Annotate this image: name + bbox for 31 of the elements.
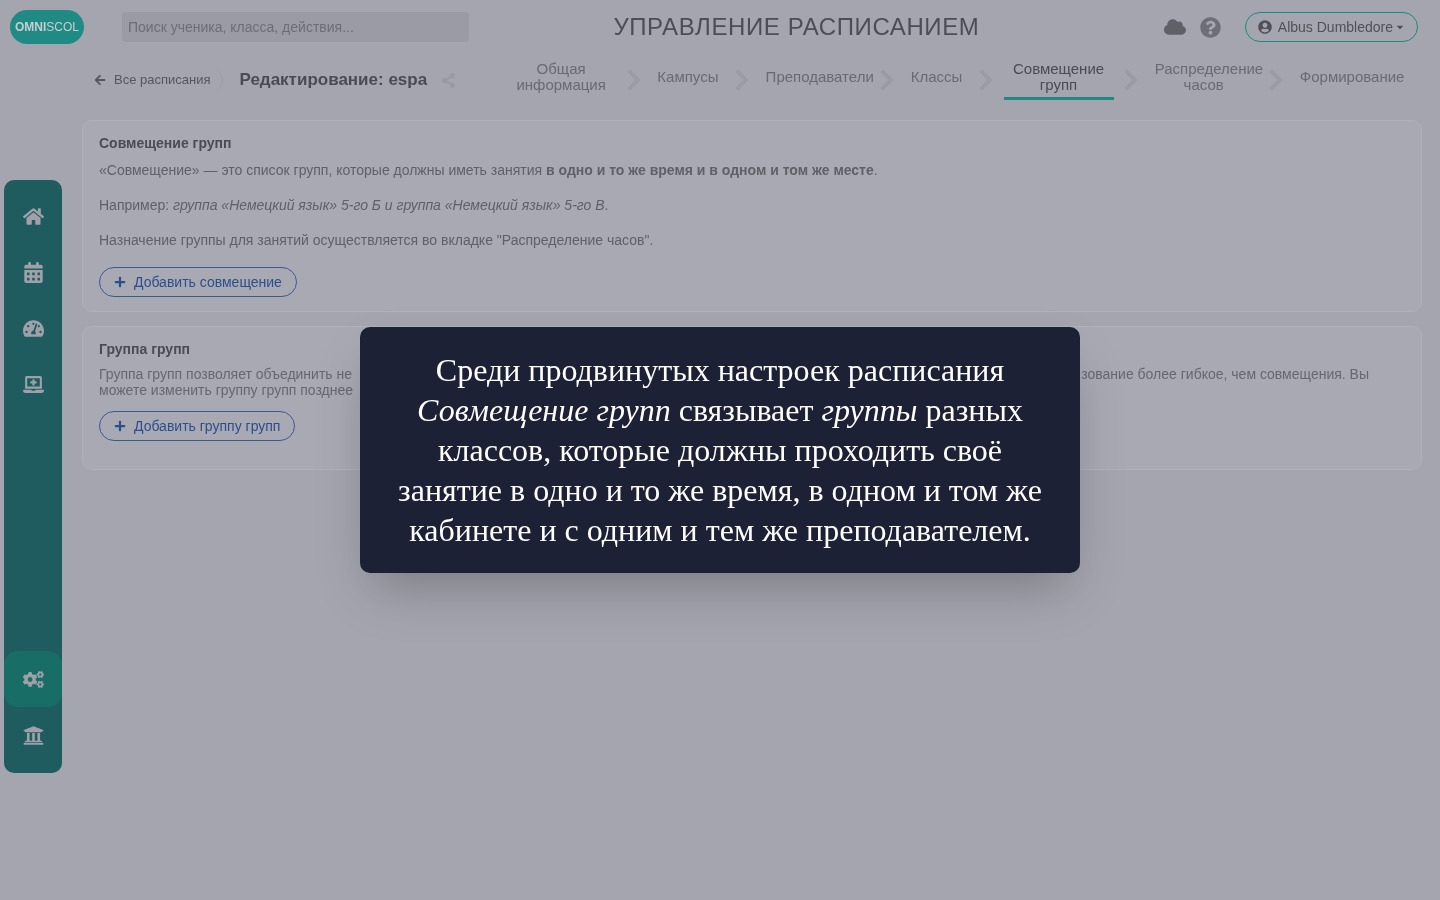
laptop-icon [22,373,44,395]
card-title: Совмещение групп [99,134,233,153]
arrow-left-icon [94,74,106,86]
building-icon [22,724,44,746]
help-icon[interactable] [1199,16,1221,38]
calendar-icon [22,261,44,283]
sidebar-item[interactable] [4,651,62,707]
step-tab[interactable]: Формирование [1293,68,1404,92]
plus-icon [114,276,126,288]
page-title: УПРАВЛЕНИЕ РАСПИСАНИЕМ [613,12,980,42]
breadcrumb-title: Редактирование: espa [239,69,428,92]
gauge-icon [22,317,44,339]
plus-icon [114,420,126,432]
paragraph: Назначение группы для занятий осуществляется во вкладке "Распределение часов". [99,231,655,250]
step-tab[interactable]: Кампусы [651,68,725,92]
logo: OMNISCOL [10,10,84,44]
card-title: Группа групп [99,340,192,359]
paragraph-fragment: зование более гибкое, чем совмещения. Вы [1081,366,1369,382]
step-tab[interactable]: Классы [904,68,969,92]
paragraph: Например: группа «Немецкий язык» 5-го Б и группа «Немецкий язык» 5-го В. [99,196,610,215]
step-tab[interactable]: Общая информация [506,60,617,100]
paragraph-fragment: можете изменить группу групп позднее [99,382,354,398]
back-link[interactable]: Все расписания [94,70,224,90]
step-tab[interactable]: Совмещение групп [1003,60,1114,100]
paragraph-fragment: Группа групп позволяет объединить не [99,366,354,382]
paragraph: «Совмещение» — это список групп, которые должны иметь занятия в одно и то же время и в одном и том же месте. [99,161,879,180]
cloud-icon[interactable] [1163,16,1186,38]
user-icon [1257,20,1272,34]
gears-icon [22,668,44,690]
home-icon [22,205,44,227]
caption-text: Среди продвинутых настроек расписания Совмещение групп связывает группы разных классов, которые должны проходить своё занятие в одно и то же время, в одном и том же кабинете и с одним и тем же преподавателем. [397,351,1043,550]
